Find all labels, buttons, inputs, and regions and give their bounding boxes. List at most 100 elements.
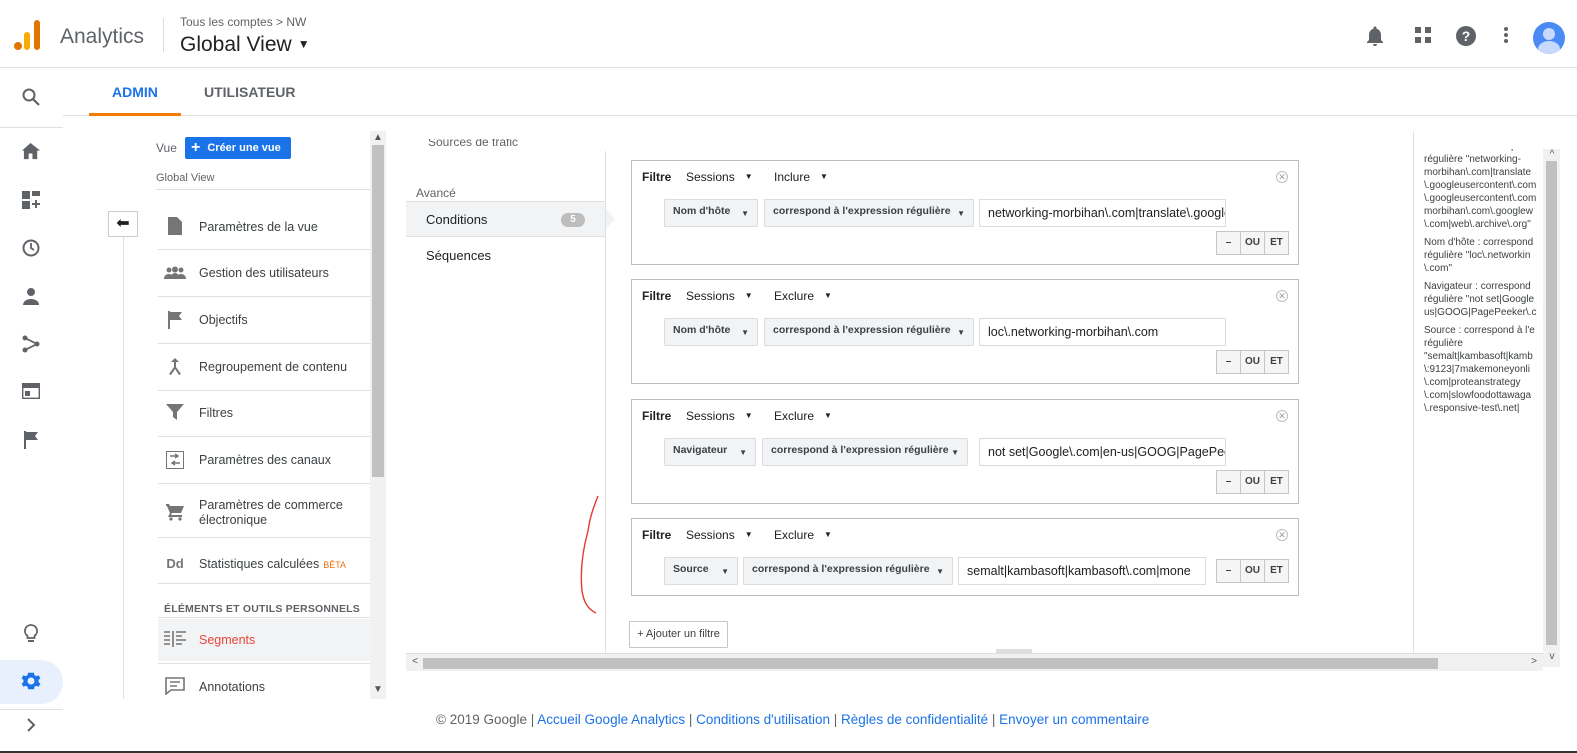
breadcrumb[interactable]: Tous les comptes > NW	[180, 15, 306, 29]
regex-value-input[interactable]: loc\.networking-morbihan\.com	[979, 318, 1226, 346]
remove-condition-button[interactable]: –	[1216, 350, 1241, 374]
divider	[158, 390, 370, 391]
include-exclude-dropdown[interactable]: Inclure ▼	[774, 170, 828, 184]
menu-item-filters[interactable]: Filtres	[158, 404, 370, 432]
operator-dropdown[interactable]: correspond à l'expression régulière ▼	[762, 438, 968, 466]
filter-label: Filtre	[642, 289, 672, 303]
dimension-dropdown[interactable]: Navigateur ▼	[664, 438, 756, 466]
admin-column-scrollbar[interactable]: ▲ ▼	[370, 131, 386, 699]
realtime-clock-icon[interactable]	[20, 239, 42, 261]
footer-link-feedback[interactable]: Envoyer un commentaire	[999, 712, 1149, 727]
include-exclude-dropdown[interactable]: Exclure ▼	[774, 528, 832, 542]
remove-condition-button[interactable]: –	[1216, 470, 1241, 494]
scroll-up-icon[interactable]: ^	[1546, 149, 1558, 160]
summary-vertical-scrollbar[interactable]: ^ v	[1543, 149, 1560, 667]
scroll-down-icon[interactable]: ▼	[372, 684, 384, 695]
beta-badge: BÊTA	[323, 560, 347, 570]
remove-filter-close-icon[interactable]: ✕	[1276, 410, 1288, 422]
horizontal-scrollbar[interactable]: < >	[406, 649, 1543, 671]
apps-grid-icon[interactable]	[1413, 26, 1433, 46]
menu-item-channel-settings[interactable]: Paramètres des canaux	[158, 451, 370, 479]
footer-link-terms[interactable]: Conditions d'utilisation	[696, 712, 830, 727]
insights-lightbulb-icon[interactable]	[20, 624, 42, 646]
audience-person-icon[interactable]	[20, 287, 42, 309]
operator-dropdown[interactable]: correspond à l'expression régulière ▼	[764, 199, 974, 227]
conditions-nav-item[interactable]: Conditions 5	[406, 201, 605, 237]
remove-filter-close-icon[interactable]: ✕	[1276, 290, 1288, 302]
and-button[interactable]: ET	[1264, 470, 1289, 494]
operator-dropdown[interactable]: correspond à l'expression régulière ▼	[764, 318, 974, 346]
and-button[interactable]: ET	[1264, 350, 1289, 374]
scrollbar-thumb[interactable]	[372, 145, 384, 477]
summary-entry: Navigateur : correspond régulière "not s…	[1424, 281, 1537, 318]
scope-dropdown[interactable]: Sessions ▼	[686, 170, 753, 184]
analytics-logo-icon[interactable]	[14, 20, 42, 50]
acquisition-icon[interactable]	[20, 335, 42, 357]
regex-value-input[interactable]: networking-morbihan\.com|translate\.goog…	[979, 199, 1226, 227]
and-button[interactable]: ET	[1264, 231, 1289, 255]
summary-entry: Nom d'hôte : correspond régulière "netwo…	[1424, 149, 1537, 230]
search-icon[interactable]	[20, 88, 42, 110]
or-button[interactable]: OU	[1240, 559, 1265, 583]
or-button[interactable]: OU	[1240, 231, 1265, 255]
menu-item-ecommerce-settings[interactable]: Paramètres de commerce électronique	[158, 497, 370, 531]
view-selector[interactable]: Global View ▼	[180, 33, 310, 57]
create-view-button[interactable]: + Créer une vue	[185, 137, 291, 159]
remove-condition-button[interactable]: –	[1216, 231, 1241, 255]
active-tab-indicator	[89, 113, 181, 116]
scrollbar-thumb[interactable]	[1546, 161, 1557, 645]
menu-item-goals[interactable]: Objectifs	[158, 311, 370, 339]
menu-item-user-management[interactable]: Gestion des utilisateurs	[158, 264, 370, 292]
account-avatar[interactable]	[1533, 22, 1565, 54]
menu-item-content-grouping[interactable]: Regroupement de contenu	[158, 358, 370, 386]
traffic-sources-item-clipped[interactable]: Sources de trafic	[428, 139, 518, 149]
add-filter-button[interactable]: + Ajouter un filtre	[629, 621, 728, 648]
remove-filter-close-icon[interactable]: ✕	[1276, 529, 1288, 541]
current-view-name[interactable]: Global View	[156, 172, 215, 184]
home-icon[interactable]	[20, 143, 42, 165]
scroll-down-icon[interactable]: v	[1546, 651, 1558, 662]
scope-dropdown[interactable]: Sessions ▼	[686, 289, 753, 303]
scope-dropdown[interactable]: Sessions ▼	[686, 528, 753, 542]
or-button[interactable]: OU	[1240, 470, 1265, 494]
expand-chevron-right-icon[interactable]	[20, 716, 42, 738]
tab-admin[interactable]: ADMIN	[112, 84, 158, 100]
scrollbar-thumb[interactable]	[423, 658, 1438, 669]
menu-item-annotations[interactable]: Annotations	[158, 677, 370, 699]
admin-gear-icon[interactable]	[20, 671, 42, 693]
behavior-icon[interactable]	[20, 382, 42, 405]
operator-dropdown[interactable]: correspond à l'expression régulière ▼	[743, 557, 953, 585]
dimension-dropdown[interactable]: Nom d'hôte ▼	[664, 199, 758, 227]
advanced-group-label: Avancé	[416, 186, 456, 200]
notifications-bell-icon[interactable]	[1365, 26, 1385, 46]
footer-link-home[interactable]: Accueil Google Analytics	[537, 712, 685, 727]
menu-item-calculated-metrics[interactable]: Dd Statistiques calculées BÊTA	[158, 556, 370, 578]
dimension-dropdown[interactable]: Nom d'hôte ▼	[664, 318, 758, 346]
help-icon[interactable]: ?	[1456, 26, 1476, 46]
regex-value-input[interactable]: not set|Google\.com|en-us|GOOG|PagePeeke…	[979, 438, 1226, 466]
conversions-flag-icon[interactable]	[20, 431, 42, 453]
remove-condition-button[interactable]: –	[1216, 559, 1241, 583]
and-button[interactable]: ET	[1264, 559, 1289, 583]
remove-filter-close-icon[interactable]: ✕	[1276, 171, 1288, 183]
sequences-nav-item[interactable]: Séquences	[426, 248, 491, 263]
customization-icon[interactable]	[20, 191, 42, 213]
include-exclude-dropdown[interactable]: Exclure ▼	[774, 409, 832, 423]
menu-item-view-settings[interactable]: Paramètres de la vue	[158, 217, 370, 245]
filter-label: Filtre	[642, 170, 672, 184]
back-arrow-button[interactable]: ⬅	[108, 211, 138, 237]
scroll-right-icon[interactable]: >	[1528, 656, 1540, 667]
dimension-dropdown[interactable]: Source ▼	[664, 557, 738, 585]
scroll-left-icon[interactable]: <	[409, 656, 421, 667]
footer-link-privacy[interactable]: Règles de confidentialité	[841, 712, 988, 727]
scope-dropdown[interactable]: Sessions ▼	[686, 409, 753, 423]
tab-utilisateur[interactable]: UTILISATEUR	[204, 84, 296, 100]
or-button[interactable]: OU	[1240, 350, 1265, 374]
more-vert-icon[interactable]	[1496, 26, 1516, 46]
regex-value-input[interactable]: semalt|kambasoft|kambasoft\.com|mone	[958, 557, 1206, 585]
resize-grip[interactable]	[996, 649, 1032, 654]
menu-item-segments[interactable]: Segments	[158, 619, 370, 661]
scroll-up-icon[interactable]: ▲	[372, 132, 384, 143]
include-exclude-dropdown[interactable]: Exclure ▼	[774, 289, 832, 303]
arrow-left-icon: ⬅	[116, 215, 130, 232]
